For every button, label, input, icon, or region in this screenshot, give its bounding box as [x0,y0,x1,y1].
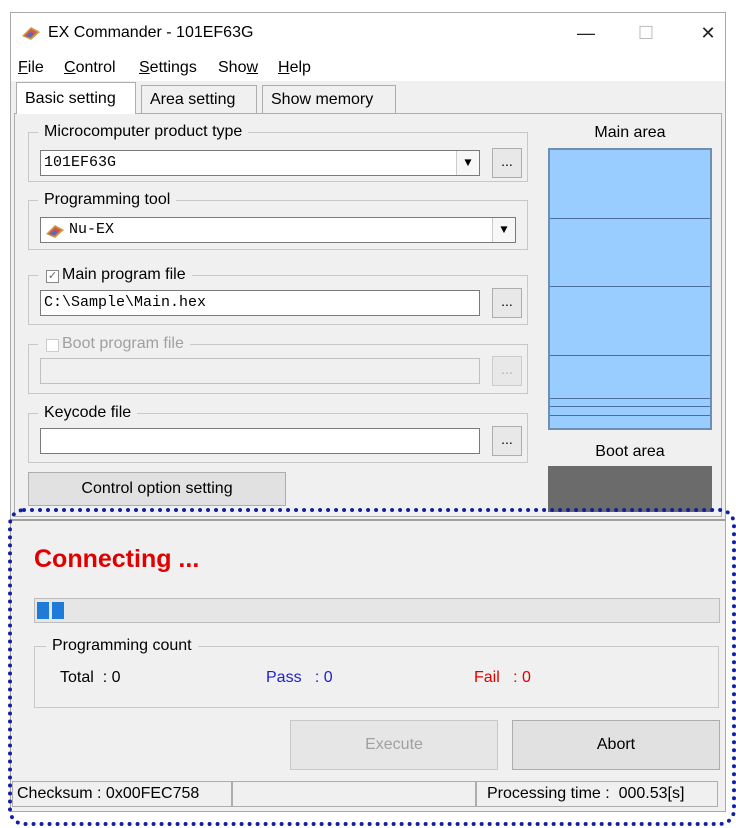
boot-area-map [548,466,712,512]
pass-count: Pass : 0 [266,669,333,686]
programming-tool-label: Programming tool [38,191,177,209]
main-program-label: Main program file [38,266,192,284]
boot-area-label: Boot area [595,443,665,460]
programming-tool-select[interactable]: Nu-EX ▼ [40,217,516,243]
tab-show-memory[interactable]: Show memory [262,85,396,113]
close-button[interactable]: ✕ [688,20,728,46]
main-program-browse-button[interactable]: ... [492,288,522,318]
boot-program-label: Boot program file [38,335,190,353]
programming-count-label: Programming count [46,637,198,655]
total-count: Total : 0 [60,669,121,686]
menu-bar [11,53,725,81]
product-type-value: 101EF63G [44,154,117,171]
chevron-down-icon[interactable]: ▼ [456,151,479,175]
checksum-status: Checksum : 0x00FEC758 [12,781,232,807]
programming-tool-value: Nu-EX [69,221,115,238]
menu-settings[interactable]: Settings [139,59,197,77]
product-type-browse-button[interactable]: ... [492,148,522,178]
menu-control[interactable]: Control [64,59,116,77]
abort-button[interactable]: Abort [512,720,720,770]
tab-basic-setting[interactable]: Basic setting [16,82,136,114]
main-program-checkbox[interactable]: ✓ [46,270,59,283]
control-option-setting-button[interactable]: Control option setting [28,472,286,506]
main-area-divider [550,398,710,399]
programming-count-group [34,646,719,708]
maximize-button[interactable]: ☐ [626,20,666,46]
keycode-label: Keycode file [38,404,138,422]
main-area-divider [550,355,710,356]
main-area-label: Main area [594,124,666,141]
progress-block [37,602,49,619]
chevron-down-icon[interactable]: ▼ [492,218,515,242]
main-area-divider [550,415,710,416]
status-message: Connecting ... [34,545,200,573]
menu-file[interactable]: File [18,59,44,77]
statusbar-spacer [232,781,476,807]
tool-icon [46,225,64,238]
app-icon [22,27,40,40]
main-area-divider [550,406,710,407]
product-type-label: Microcomputer product type [38,123,249,141]
keycode-path-input[interactable] [40,428,480,454]
progress-bar [34,598,720,623]
window-title: EX Commander - 101EF63G [48,24,254,41]
fail-count: Fail : 0 [474,669,531,686]
main-area-map [548,148,712,430]
main-area-divider [550,218,710,219]
progress-block [52,602,64,619]
main-area-divider [550,286,710,287]
boot-program-checkbox[interactable] [46,339,59,352]
boot-program-path-input[interactable] [40,358,480,384]
execute-button[interactable]: Execute [290,720,498,770]
processing-time-status: Processing time : 000.53[s] [476,781,718,807]
menu-show[interactable]: Show [218,59,258,77]
boot-program-browse-button[interactable]: ... [492,356,522,386]
tab-area-setting[interactable]: Area setting [141,85,257,113]
minimize-button[interactable]: — [566,20,606,46]
menu-help[interactable]: Help [278,59,311,77]
main-program-path-input[interactable]: C:\Sample\Main.hex [40,290,480,316]
panel-separator [11,519,725,521]
product-type-select[interactable]: 101EF63G ▼ [40,150,480,176]
keycode-browse-button[interactable]: ... [492,426,522,456]
